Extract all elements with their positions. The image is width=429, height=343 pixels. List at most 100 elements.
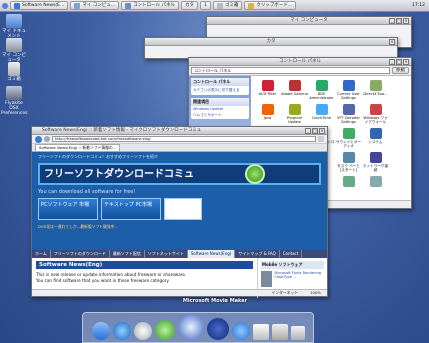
clipboard-icon <box>248 2 255 9</box>
banner-subtitle: You can download all software for free! <box>38 189 136 195</box>
finder-icon[interactable] <box>91 322 110 340</box>
go-button[interactable]: 移動 <box>392 67 409 74</box>
nav-item[interactable]: ソフトネットサイト <box>144 250 188 258</box>
trash-icon[interactable] <box>290 326 305 340</box>
banner-title: フリーソフトダウンロードコミュ <box>38 163 321 185</box>
photos-icon[interactable] <box>252 324 269 340</box>
nav-item[interactable]: フリーソフトのダウンロード <box>50 250 110 258</box>
nav-item[interactable]: ホーム <box>32 250 51 258</box>
close-button[interactable]: × <box>319 128 325 134</box>
window-title: マイ コンピュータ _ □ × <box>207 17 411 25</box>
taskbar-item-6[interactable]: クリップボード... <box>244 1 297 10</box>
control-panel-item[interactable]: タスク バーと[スタート] <box>335 151 362 175</box>
right-link[interactable]: Microsoft Fonts Rendering ClearType ... <box>274 271 324 287</box>
control-panel-item[interactable]: Program Update <box>281 103 308 127</box>
maximize-button[interactable]: □ <box>396 18 402 24</box>
control-panel-item[interactable]: QuickTime <box>308 103 335 127</box>
maximize-button[interactable]: □ <box>396 59 402 65</box>
site-nav: ホーム フリーソフトのダウンロード 最新ソフト配信 ソフトネットサイト Software… <box>32 250 327 258</box>
chrome-ball-icon[interactable] <box>133 322 152 340</box>
nav-item[interactable]: サイトマップ & FAQ <box>235 250 280 258</box>
control-panel-item[interactable]: BDE Administrator <box>308 79 335 103</box>
clock: 17:12 <box>412 3 425 8</box>
forward-icon[interactable] <box>44 136 50 142</box>
section-heading: Software News(Eng) <box>36 261 253 269</box>
control-panel-item[interactable]: DirectX Exo... <box>362 79 389 103</box>
control-panel-item[interactable]: Java <box>254 103 281 127</box>
address-bar: コントロール パネル 移動 <box>189 66 411 76</box>
control-panel-item[interactable]: ネットワーク接続 <box>362 151 389 175</box>
control-panel-item[interactable]: Adobe Gamma <box>281 79 308 103</box>
address-field[interactable]: コントロール パネル <box>191 67 390 74</box>
nav-item[interactable]: 最新ソフト配信 <box>109 250 145 258</box>
control-panel-item[interactable]: Windows ファイアウォール <box>362 103 389 127</box>
control-panel-item[interactable] <box>362 175 389 199</box>
back-icon[interactable] <box>35 135 42 143</box>
applet-icon <box>261 104 274 115</box>
body-text: You can find software that you want in t… <box>36 278 170 283</box>
taskbar-item-3[interactable]: カタ <box>181 1 198 10</box>
body-text: This is new release or update informatio… <box>36 272 187 277</box>
computer-icon <box>6 38 22 52</box>
apple-menu-icon[interactable] <box>2 2 8 9</box>
close-button[interactable]: × <box>403 59 409 65</box>
applet-icon <box>342 152 355 163</box>
sidebar-heading: 関連項目 <box>191 98 249 106</box>
q-icon[interactable] <box>231 322 250 340</box>
banner-box[interactable]: テキストップ PC市場 <box>101 198 161 220</box>
control-panel-item[interactable] <box>335 175 362 199</box>
control-panel-item[interactable]: システム <box>362 127 389 151</box>
browser-tab[interactable]: Software News(Eng) :: 新着ソフト情報の... <box>35 144 121 151</box>
trash-icon <box>8 62 20 76</box>
logo-icon <box>245 164 265 184</box>
taskbar-item-0[interactable]: Software News(E... <box>10 1 69 10</box>
address-field[interactable]: http://freesoftdownload.tok.com/freesoft… <box>52 136 316 142</box>
search-icon[interactable] <box>318 136 324 142</box>
dvd-icon[interactable] <box>206 318 229 340</box>
minimize-button[interactable]: _ <box>389 59 395 65</box>
dock <box>82 312 314 343</box>
taskbar-item-5[interactable]: ゴミ箱 <box>212 1 243 10</box>
small-window: カタ × <box>144 37 398 59</box>
window-title: コントロール パネル _ □ × <box>189 58 411 66</box>
desktop-icon-trash[interactable]: ゴミ箱 <box>1 62 27 82</box>
browser-toolbar: http://freesoftdownload.tok.com/freesoft… <box>32 135 327 144</box>
minimize-button[interactable]: _ <box>305 128 311 134</box>
nav-item[interactable]: Contact <box>279 250 303 258</box>
applet-icon <box>288 104 301 115</box>
switch-category-link[interactable]: カテゴリの表示に切り替える <box>191 86 249 95</box>
taskbar-item-4[interactable]: 1 <box>200 1 211 10</box>
itunes-icon[interactable] <box>154 320 175 340</box>
nav-item[interactable]: Software News(Eng) <box>187 250 236 258</box>
applet-icon <box>369 104 382 115</box>
banner-boxes: PCソフトウェア 市場 テキストップ PC市場 <box>38 198 321 220</box>
control-panel-item[interactable]: Current User Settings <box>335 79 362 103</box>
apple-icon[interactable] <box>271 324 288 340</box>
ie-icon[interactable] <box>112 322 131 340</box>
control-panel-item[interactable]: サウンドとオーディオ <box>335 127 362 151</box>
sidebar-panel-2: 関連項目 Windows Update ヘルプとサポート <box>191 98 249 119</box>
taskbar-item-2[interactable]: コントロール パネル <box>121 1 179 10</box>
close-button[interactable]: × <box>403 18 409 24</box>
browser-status-bar: インターネット 100% <box>32 289 327 296</box>
thumbnail-image[interactable] <box>261 271 273 287</box>
control-panel-item[interactable]: ACD Filter <box>254 79 281 103</box>
close-button[interactable]: × <box>389 39 395 45</box>
help-support-link[interactable]: ヘルプとサポート <box>191 112 249 119</box>
banner-ad[interactable] <box>164 198 202 220</box>
quicktime-icon[interactable] <box>177 314 204 340</box>
desktop-icon-preferences[interactable]: Flyakite OSX Preferences <box>1 86 27 116</box>
trash-icon <box>216 2 223 9</box>
minimize-button[interactable]: _ <box>389 18 395 24</box>
desktop-icon-documents[interactable]: マイ ドキュメント <box>1 14 27 39</box>
applet-icon <box>369 152 382 163</box>
banner-box[interactable]: PCソフトウェア 市場 <box>38 198 98 220</box>
desktop-icon-computer[interactable]: マイ コンピュータ <box>1 38 27 63</box>
taskbar-item-1[interactable]: マイ コンピュ... <box>70 1 120 10</box>
control-panel-icon <box>125 2 132 9</box>
banner-tagline: フリーソフトのダウンロードコミュ！おすすめフリーソフトを紹介 <box>38 154 158 159</box>
applet-icon <box>342 128 355 139</box>
site-banner: フリーソフトのダウンロードコミュ！おすすめフリーソフトを紹介 フリーソフトダウン… <box>32 152 327 250</box>
control-panel-item[interactable]: VFT Decoder Settings <box>335 103 362 127</box>
maximize-button[interactable]: □ <box>312 128 318 134</box>
